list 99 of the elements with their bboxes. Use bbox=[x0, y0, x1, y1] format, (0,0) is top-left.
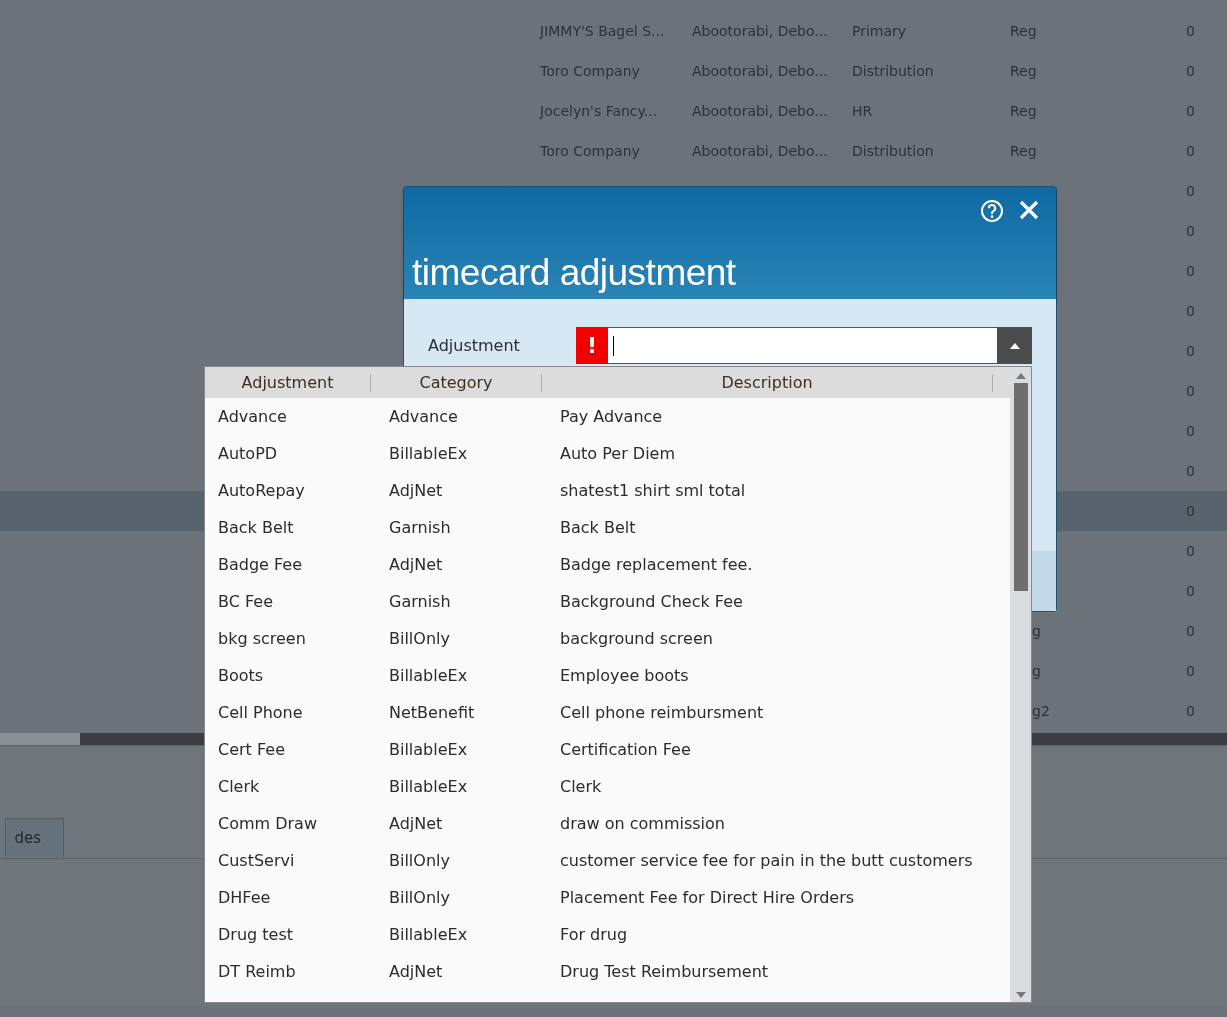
list-cell[interactable]: DHFee bbox=[205, 888, 389, 907]
column-header[interactable]: Description bbox=[542, 373, 993, 392]
table-cell-text: Abootorabi, Debo... bbox=[692, 103, 829, 119]
list-cell[interactable]: BillableEx bbox=[389, 444, 560, 463]
help-icon[interactable] bbox=[980, 199, 1004, 223]
list-cell[interactable]: BillOnly bbox=[389, 888, 560, 907]
dialog-title: timecard adjustment bbox=[411, 251, 737, 294]
table-cell-text: 0 bbox=[1186, 583, 1196, 599]
list-cell[interactable]: Drug Test Reimbursement bbox=[560, 962, 1010, 981]
list-cell[interactable]: BillableEx bbox=[389, 925, 560, 944]
list-cell[interactable]: BillableEx bbox=[389, 740, 560, 759]
list-cell[interactable]: Cell Phone bbox=[205, 703, 389, 722]
table-cell-text: Primary bbox=[852, 23, 908, 39]
list-cell[interactable]: Boots bbox=[205, 666, 389, 685]
list-cell[interactable]: background screen bbox=[560, 629, 1010, 648]
list-cell[interactable]: Badge Fee bbox=[205, 555, 389, 574]
list-cell[interactable]: AutoPD bbox=[205, 444, 389, 463]
table-cell-text: Toro Company bbox=[540, 143, 641, 159]
list-cell[interactable]: AdjNet bbox=[389, 962, 560, 981]
table-cell-text: 0 bbox=[1186, 303, 1196, 319]
list-cell[interactable]: AutoRepay bbox=[205, 481, 389, 500]
list-cell[interactable]: Clerk bbox=[205, 777, 389, 796]
table-cell-text: 0 bbox=[1186, 383, 1196, 399]
list-cell[interactable]: For drug bbox=[560, 925, 1010, 944]
list-cell[interactable]: Comm Draw bbox=[205, 814, 389, 833]
field-label: Adjustment bbox=[427, 336, 521, 355]
list-cell[interactable]: BillableEx bbox=[389, 777, 560, 796]
table-cell-text: Toro Company bbox=[540, 63, 641, 79]
list-cell[interactable]: NetBenefit bbox=[389, 703, 560, 722]
scroll-down-icon[interactable] bbox=[1015, 992, 1026, 998]
list-cell[interactable]: Back Belt bbox=[205, 518, 389, 537]
list-cell[interactable]: AdjNet bbox=[389, 555, 560, 574]
table-cell-text: 0 bbox=[1186, 463, 1196, 479]
list-cell[interactable]: BillOnly bbox=[389, 851, 560, 870]
list-cell[interactable]: draw on commission bbox=[560, 814, 1010, 833]
table-cell-text: 0 bbox=[1186, 343, 1196, 359]
list-cell[interactable]: AdjNet bbox=[389, 481, 560, 500]
table-cell-text: Abootorabi, Debo... bbox=[692, 143, 829, 159]
column-header[interactable]: Category bbox=[371, 373, 542, 392]
vertical-scrollbar[interactable] bbox=[1010, 367, 1031, 1002]
table-cell-text: Abootorabi, Debo... bbox=[692, 63, 829, 79]
table-cell: g bbox=[1032, 623, 1041, 639]
close-icon[interactable] bbox=[1018, 199, 1040, 221]
column-header[interactable]: Adjustment bbox=[205, 373, 371, 392]
table-cell: g2 bbox=[1032, 703, 1050, 719]
table-cell: Reg bbox=[1010, 103, 1037, 119]
table-cell-text: 0 bbox=[1186, 183, 1196, 199]
table-cell-text: 0 bbox=[1186, 623, 1196, 639]
table-cell-text: Distribution bbox=[852, 143, 935, 159]
list-cell[interactable]: Back Belt bbox=[560, 518, 1010, 537]
table-cell-text: Jocelyn's Fancy... bbox=[540, 103, 659, 119]
table-cell-text: 0 bbox=[1186, 703, 1196, 719]
list-cell[interactable]: Advance bbox=[205, 407, 389, 426]
table-cell: Reg bbox=[1010, 23, 1037, 39]
list-cell[interactable]: Cell phone reimbursment bbox=[560, 703, 1010, 722]
scrollbar-thumb[interactable] bbox=[1013, 383, 1028, 591]
list-cell[interactable]: BC Fee bbox=[205, 592, 389, 611]
list-cell[interactable]: Employee boots bbox=[560, 666, 1010, 685]
list-cell[interactable]: Pay Advance bbox=[560, 407, 1010, 426]
caret-icon bbox=[1009, 342, 1020, 349]
table-cell-text: HR bbox=[852, 103, 874, 119]
collapse-button[interactable] bbox=[997, 327, 1032, 364]
list-cell[interactable]: Clerk bbox=[560, 777, 1010, 796]
list-cell[interactable]: Certification Fee bbox=[560, 740, 1010, 759]
list-cell[interactable]: DT Reimb bbox=[205, 962, 389, 981]
list-cell[interactable]: AdjNet bbox=[389, 814, 560, 833]
error-marker: ! bbox=[576, 327, 608, 364]
table-cell-text: 0 bbox=[1186, 423, 1196, 439]
table-cell: Reg bbox=[1010, 143, 1037, 159]
table-cell-text: JIMMY'S Bagel S... bbox=[540, 23, 666, 39]
table-cell-text: 0 bbox=[1186, 223, 1196, 239]
list-cell[interactable]: Auto Per Diem bbox=[560, 444, 1010, 463]
list-cell[interactable]: customer service fee for pain in the butt customers bbox=[560, 851, 1010, 870]
list-cell[interactable]: Cert Fee bbox=[205, 740, 389, 759]
list-cell[interactable]: Garnish bbox=[389, 518, 560, 537]
list-cell[interactable]: Advance bbox=[389, 407, 560, 426]
list-cell[interactable]: BillableEx bbox=[389, 666, 560, 685]
list-cell[interactable]: CustServi bbox=[205, 851, 389, 870]
table-cell: g bbox=[1032, 663, 1041, 679]
table-cell-text: 0 bbox=[1186, 143, 1196, 159]
list-cell[interactable]: Garnish bbox=[389, 592, 560, 611]
table-cell: Reg bbox=[1010, 63, 1037, 79]
scroll-up-icon[interactable] bbox=[1015, 373, 1026, 379]
adjustment-combo-box[interactable]: ! bbox=[576, 327, 1032, 364]
list-cell[interactable]: Badge replacement fee. bbox=[560, 555, 1010, 574]
table-cell-text: 0 bbox=[1186, 543, 1196, 559]
list-cell[interactable]: Drug test bbox=[205, 925, 389, 944]
table-cell-text: Distribution bbox=[852, 63, 935, 79]
table-cell-text: Abootorabi, Debo... bbox=[692, 23, 829, 39]
table-cell-text: 0 bbox=[1186, 663, 1196, 679]
list-cell[interactable]: BillOnly bbox=[389, 629, 560, 648]
table-cell-text: 0 bbox=[1186, 263, 1196, 279]
list-cell[interactable]: bkg screen bbox=[205, 629, 389, 648]
table-cell-text: 0 bbox=[1186, 23, 1196, 39]
list-cell[interactable]: Background Check Fee bbox=[560, 592, 1010, 611]
list-cell[interactable]: shatest1 shirt sml total bbox=[560, 481, 1010, 500]
table-cell-text: 0 bbox=[1186, 103, 1196, 119]
table-cell-text: 0 bbox=[1186, 63, 1196, 79]
list-cell[interactable]: Placement Fee for Direct Hire Orders bbox=[560, 888, 1010, 907]
